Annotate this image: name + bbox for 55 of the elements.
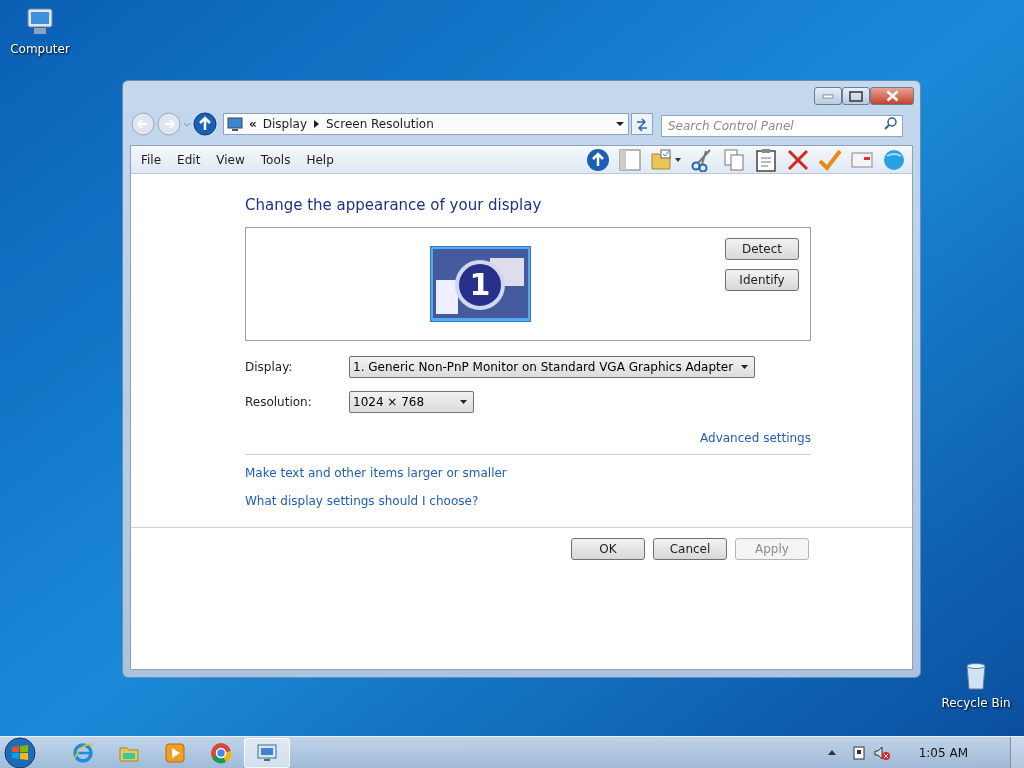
folder-icon[interactable] [650,147,682,172]
maximize-icon [849,90,863,102]
menu-item[interactable]: Tools [252,150,299,169]
advanced-settings-link[interactable]: Advanced settings [700,428,811,447]
menu-item[interactable]: View [208,150,253,169]
browser-globe-icon [71,740,95,765]
clock[interactable]: 1:05 AM [918,743,968,762]
refresh-button[interactable] [631,113,653,135]
monitor-icon [227,116,243,132]
monitor-number: 1 [469,269,491,300]
search-icon [884,117,897,130]
close-icon [885,90,899,102]
round-browser-icon [209,740,233,765]
help-link[interactable]: Make text and other items larger or smaller [245,463,507,482]
clipboard-icon[interactable] [754,147,778,172]
globe-icon[interactable] [882,147,906,172]
breadcrumb-overflow[interactable]: « [249,115,257,133]
cancel-button[interactable]: Cancel [653,537,727,560]
dropdown-arrow-icon[interactable] [615,119,625,129]
ok-button[interactable]: OK [571,537,645,560]
show-desktop-button[interactable] [1010,736,1024,768]
identify-button[interactable]: Identify [725,268,799,291]
refresh-icon [634,116,650,132]
menu-item[interactable]: Edit [169,150,209,169]
menu-item[interactable]: File [133,150,170,169]
monitor-drawing[interactable] [430,245,531,322]
breadcrumb-item[interactable]: Screen Resolution [326,115,434,133]
speaker-muted-icon[interactable] [872,744,891,761]
taskbar-button[interactable] [244,737,290,768]
play-icon [163,740,187,765]
breadcrumb-arrow-icon[interactable] [313,119,320,129]
dropdown-arrow-icon [741,364,749,369]
caret-up-icon[interactable] [826,748,837,757]
close-button[interactable] [870,87,914,105]
search-field[interactable]: Search Control Panel [661,115,903,137]
scissors-icon[interactable] [690,147,714,172]
display-dropdown[interactable]: 1. Generic Non-PnP Monitor on Standard VGA Graphics Adapter [349,355,756,378]
minimize-button[interactable] [814,87,842,105]
maximize-button[interactable] [842,87,870,105]
detect-button[interactable]: Detect [725,237,799,260]
resolution-dropdown[interactable]: 1024 × 768 [349,390,475,413]
dropdown-arrow-icon [460,399,468,404]
field-label: Resolution: [245,393,313,411]
address-bar[interactable]: « Display Screen Resolution [223,113,629,135]
desktop-icon-label[interactable]: Recycle Bin [941,694,1011,712]
network-icon[interactable] [850,744,867,761]
desktop-icon-label[interactable]: Computer [10,40,70,58]
delete-icon[interactable] [786,147,810,172]
help-link[interactable]: What display settings should I choose? [245,491,479,510]
minimize-icon [822,93,834,99]
breadcrumb-item[interactable]: Display [262,115,307,133]
page-heading: Change the appearance of your display [245,195,543,216]
field-label: Display: [245,358,294,376]
checkmark-icon[interactable] [818,147,842,172]
menu-item[interactable]: Help [298,150,342,169]
